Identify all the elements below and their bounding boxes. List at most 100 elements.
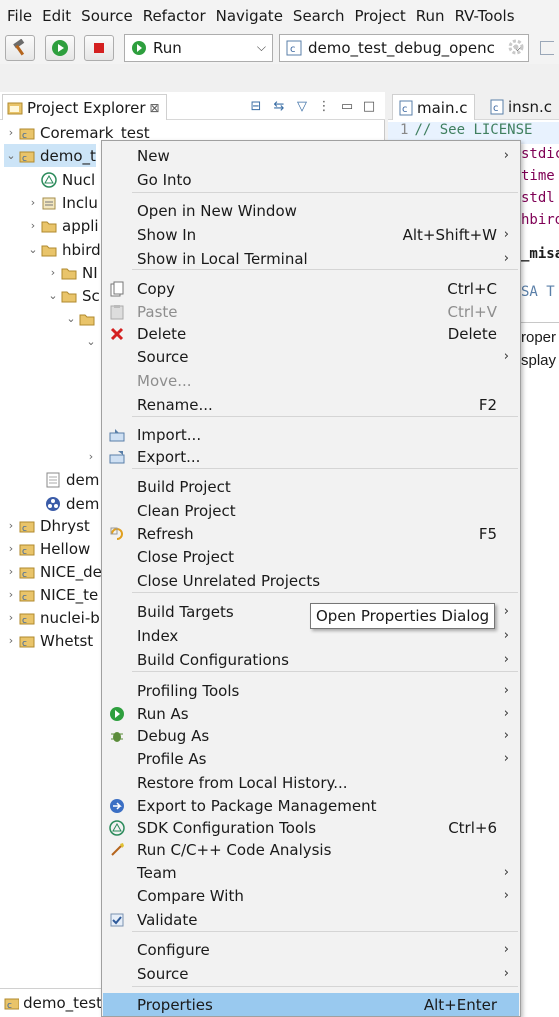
collapse-icon[interactable]: ⌄ (64, 312, 78, 325)
menu-item-source[interactable]: Source › (103, 962, 519, 985)
menu-item-profiling-tools[interactable]: Profiling Tools › (103, 679, 519, 702)
collapse-all-icon[interactable]: ⊟ (247, 97, 265, 115)
menu-item-new[interactable]: New › (103, 144, 519, 167)
expand-icon[interactable]: › (84, 450, 98, 463)
menu-item-move[interactable]: Move... (103, 369, 519, 392)
tree-item-demo-test[interactable]: ⌄ c demo_t (4, 144, 96, 167)
tree-item-dhrystone[interactable]: › c Dhryst (4, 514, 90, 537)
tree-item-collapsed[interactable]: › (84, 445, 98, 468)
menu-file[interactable]: File (2, 0, 37, 32)
tree-item-soc[interactable]: ⌄ Sc (46, 284, 99, 307)
menu-item-show-in[interactable]: Show In Alt+Shift+W › (103, 223, 519, 246)
menu-item-run-c-c-code-analysis[interactable]: Run C/C++ Code Analysis (103, 838, 519, 861)
menu-item-go-into[interactable]: Go Into (103, 168, 519, 191)
expand-icon[interactable]: › (4, 519, 18, 532)
menu-item-build-project[interactable]: Build Project (103, 475, 519, 498)
tree-item-nuclei-board[interactable]: › c nuclei-b (4, 606, 100, 629)
menu-edit[interactable]: Edit (37, 0, 76, 32)
expand-icon[interactable]: › (4, 565, 18, 578)
menu-item-import[interactable]: Import... (103, 423, 519, 446)
menu-run[interactable]: Run (411, 0, 450, 32)
menu-item-run-as[interactable]: Run As › (103, 702, 519, 725)
tree-item-demo-launch[interactable]: dem (44, 492, 99, 515)
tree-item-nice-demo[interactable]: › c NICE_de (4, 560, 102, 583)
menu-item-team[interactable]: Team › (103, 861, 519, 884)
link-with-editor-icon[interactable]: ⇆ (270, 97, 288, 115)
menu-rv-tools[interactable]: RV-Tools (450, 0, 520, 32)
view-menu-icon[interactable]: ⋮ (315, 97, 333, 115)
menu-item-delete[interactable]: Delete Delete (103, 322, 519, 345)
gear-icon[interactable] (507, 38, 525, 56)
launch-mode-combo[interactable]: Run ⌵ (124, 34, 273, 62)
menu-item-label: Build Project (137, 477, 231, 496)
expand-icon[interactable]: › (26, 219, 40, 232)
menu-refactor[interactable]: Refactor (138, 0, 211, 32)
tab-project-explorer[interactable]: Project Explorer ⊠ (2, 94, 167, 120)
svg-text:c: c (22, 547, 27, 556)
minimize-icon[interactable]: ▭ (338, 97, 356, 115)
tree-item-nmsis[interactable]: › NI (46, 261, 98, 284)
menu-item-build-configurations[interactable]: Build Configurations › (103, 648, 519, 671)
status-bar-item[interactable]: c demo_test (0, 988, 102, 1017)
stop-button[interactable] (84, 35, 114, 61)
menu-item-refresh[interactable]: Refresh F5 (103, 522, 519, 545)
expand-icon[interactable]: › (4, 611, 18, 624)
menu-item-restore-from-local-history[interactable]: Restore from Local History... (103, 771, 519, 794)
expand-icon[interactable]: › (26, 196, 40, 209)
menu-source[interactable]: Source (76, 0, 138, 32)
menu-item-close-unrelated-projects[interactable]: Close Unrelated Projects (103, 569, 519, 592)
menu-item-show-in-local-terminal[interactable]: Show in Local Terminal › (103, 247, 519, 270)
tree-item-nested[interactable]: ⌄ (84, 330, 98, 353)
menu-item-label: Index (137, 626, 179, 645)
tree-item-hbird[interactable]: ⌄ hbird (26, 238, 100, 261)
submenu-arrow-icon: › (503, 683, 509, 698)
menu-item-properties[interactable]: Properties Alt+Enter (103, 993, 519, 1016)
menu-item-rename[interactable]: Rename... F2 (103, 393, 519, 416)
menu-item-close-project[interactable]: Close Project (103, 545, 519, 568)
menu-item-compare-with[interactable]: Compare With › (103, 884, 519, 907)
menu-search[interactable]: Search (288, 0, 350, 32)
expand-icon[interactable]: › (4, 126, 18, 139)
tree-item-nice-test[interactable]: › c NICE_te (4, 583, 98, 606)
tree-item-includes[interactable]: › Inclu (26, 191, 98, 214)
expand-icon[interactable]: › (4, 588, 18, 601)
run-button[interactable] (45, 35, 75, 61)
submenu-arrow-icon: › (503, 251, 509, 266)
menu-item-copy[interactable]: Copy Ctrl+C (103, 277, 519, 300)
collapse-icon[interactable]: ⌄ (84, 335, 98, 348)
tree-item-helloworld[interactable]: › c Hellow (4, 537, 91, 560)
collapse-icon[interactable]: ⌄ (4, 149, 18, 162)
menu-item-source[interactable]: Source › (103, 345, 519, 368)
menu-item-clean-project[interactable]: Clean Project (103, 499, 519, 522)
tab-insn-c[interactable]: c insn.c (484, 94, 558, 120)
tree-item-whetstone[interactable]: › c Whetst (4, 629, 93, 652)
expand-icon[interactable]: › (4, 542, 18, 555)
menu-item-open-in-new-window[interactable]: Open in New Window (103, 199, 519, 222)
close-icon[interactable]: ⊠ (150, 101, 160, 115)
tree-item-demo-file[interactable]: dem (44, 468, 99, 491)
menu-item-sdk-configuration-tools[interactable]: SDK Configuration Tools Ctrl+6 (103, 816, 519, 839)
tree-item-application[interactable]: › appli (26, 214, 99, 237)
menu-item-profile-as[interactable]: Profile As › (103, 747, 519, 770)
tab-main-c[interactable]: c main.c (392, 94, 475, 120)
perspective-icon[interactable] (540, 41, 554, 55)
menu-item-debug-as[interactable]: Debug As › (103, 724, 519, 747)
menu-item-label: Build Targets (137, 602, 234, 621)
menu-item-configure[interactable]: Configure › (103, 938, 519, 961)
expand-icon[interactable]: › (4, 634, 18, 647)
menu-item-export-to-package-management[interactable]: Export to Package Management (103, 794, 519, 817)
build-button[interactable] (5, 35, 35, 61)
menu-item-validate[interactable]: Validate (103, 908, 519, 931)
menu-navigate[interactable]: Navigate (211, 0, 288, 32)
collapse-icon[interactable]: ⌄ (26, 243, 40, 256)
tree-item-nuclei[interactable]: Nucl (40, 168, 95, 191)
collapse-icon[interactable]: ⌄ (46, 289, 60, 302)
tree-item-subfolder[interactable]: ⌄ (64, 307, 100, 330)
launch-config-combo[interactable]: c demo_test_debug_openc ⌵ (279, 34, 529, 62)
menu-item-paste[interactable]: Paste Ctrl+V (103, 300, 519, 323)
menu-item-export[interactable]: Export... (103, 445, 519, 468)
expand-icon[interactable]: › (46, 266, 60, 279)
menu-project[interactable]: Project (349, 0, 410, 32)
maximize-icon[interactable]: □ (360, 97, 378, 115)
filter-icon[interactable]: ▽ (293, 97, 311, 115)
